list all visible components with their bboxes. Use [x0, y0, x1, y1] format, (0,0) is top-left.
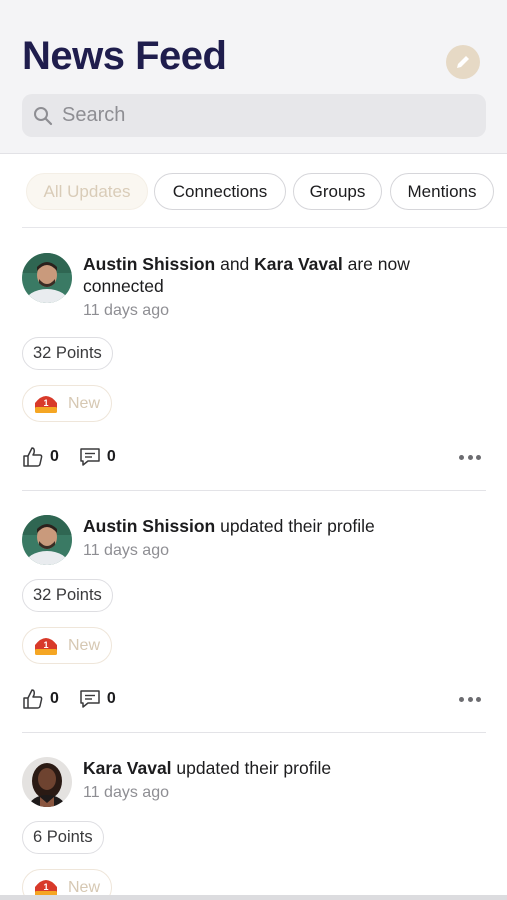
headline-text: updated their profile — [171, 758, 332, 778]
post-divider — [22, 490, 486, 491]
actor-name[interactable]: Kara Vaval — [254, 254, 343, 274]
points-badge: 6 Points — [22, 821, 104, 854]
post-headline: Austin Shission updated their profile 11… — [83, 515, 483, 562]
award-icon: 1 — [35, 395, 57, 413]
post-actions: 0 0 — [22, 687, 136, 711]
comment-icon[interactable] — [79, 688, 101, 710]
page-title: News Feed — [22, 34, 227, 78]
avatar[interactable] — [22, 515, 72, 565]
search-icon — [32, 105, 54, 127]
thumbs-up-icon[interactable] — [22, 688, 44, 710]
comment-count: 0 — [106, 690, 116, 707]
tab-groups[interactable]: Groups — [293, 173, 382, 210]
avatar[interactable] — [22, 253, 72, 303]
more-options-icon[interactable] — [459, 445, 481, 469]
header: News Feed Search — [0, 0, 507, 154]
timestamp: 11 days ago — [83, 302, 169, 319]
badge-label: New — [68, 394, 101, 412]
thumbs-up-icon[interactable] — [22, 446, 44, 468]
post-headline: Austin Shission and Kara Vaval are now c… — [83, 253, 483, 322]
post-headline: Kara Vaval updated their profile 11 days… — [83, 757, 483, 804]
compose-button[interactable] — [446, 45, 480, 79]
post-actions: 0 0 — [22, 445, 136, 469]
tab-all-updates[interactable]: All Updates — [26, 173, 148, 210]
svg-text:1: 1 — [43, 640, 48, 650]
award-icon: 1 — [35, 637, 57, 655]
svg-text:1: 1 — [43, 398, 48, 408]
badge-label: New — [68, 636, 101, 654]
post-divider — [22, 732, 486, 733]
avatar[interactable] — [22, 757, 72, 807]
filter-tabs: All Updates Connections Groups Mentions — [0, 154, 507, 228]
bottom-edge — [0, 895, 507, 900]
actor-name[interactable]: Kara Vaval — [83, 758, 172, 778]
like-count: 0 — [50, 448, 59, 465]
like-count: 0 — [50, 690, 59, 707]
search-placeholder: Search — [62, 104, 126, 126]
pencil-icon — [457, 56, 469, 68]
new-badge: 1 New — [22, 385, 112, 422]
tabs-divider — [22, 227, 507, 228]
comment-count: 0 — [106, 448, 116, 465]
headline-text: updated their profile — [215, 516, 375, 536]
points-badge: 32 Points — [22, 579, 113, 612]
tab-connections[interactable]: Connections — [154, 173, 286, 210]
timestamp: 11 days ago — [83, 542, 169, 559]
actor-name[interactable]: Austin Shission — [83, 254, 215, 274]
points-badge: 32 Points — [22, 337, 113, 370]
actor-name[interactable]: Austin Shission — [83, 516, 215, 536]
search-input[interactable]: Search — [22, 94, 486, 137]
badge-label: New — [68, 878, 101, 896]
more-options-icon[interactable] — [459, 687, 481, 711]
comment-icon[interactable] — [79, 446, 101, 468]
timestamp: 11 days ago — [83, 784, 169, 801]
svg-text:1: 1 — [43, 882, 48, 892]
new-badge: 1 New — [22, 627, 112, 664]
tab-mentions[interactable]: Mentions — [390, 173, 494, 210]
headline-text: and — [215, 254, 255, 274]
